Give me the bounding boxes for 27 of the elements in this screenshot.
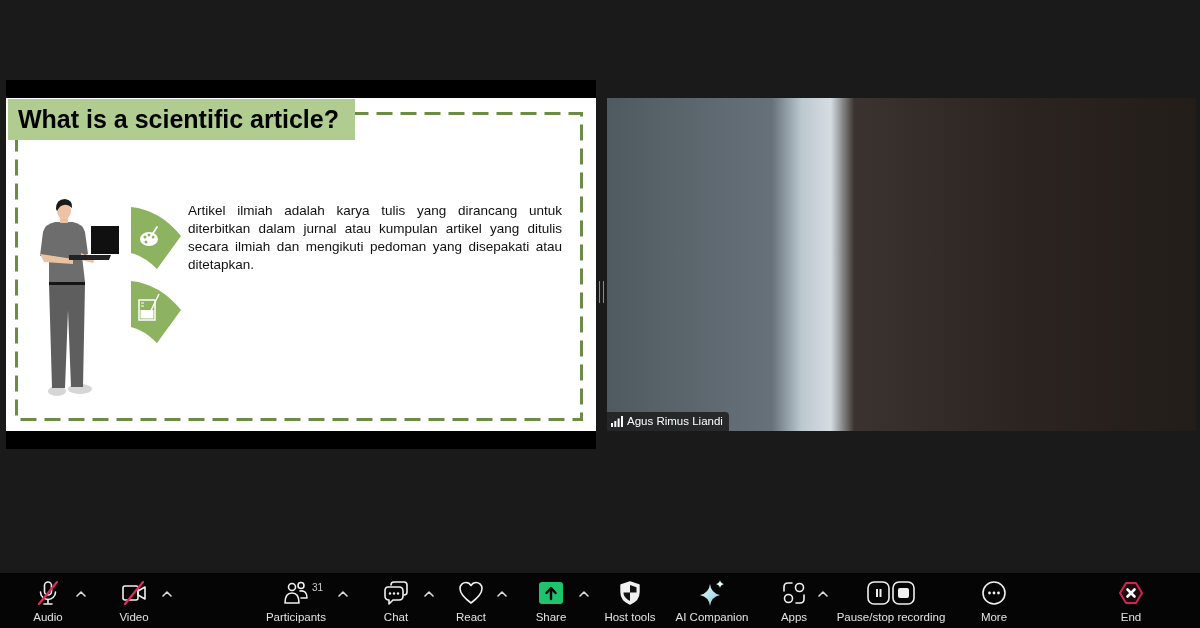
splitter-handle[interactable] (599, 280, 604, 303)
chat-button[interactable]: Chat (370, 573, 422, 628)
palette-icon (130, 206, 182, 270)
caret-icon[interactable] (162, 591, 172, 597)
beaker-icon (130, 280, 182, 344)
caret-icon[interactable] (579, 591, 589, 597)
slide-paragraph: Artikel ilmiah adalah karya tulis yang dirancang untuk diterbitkan dalam jurnal atau kumpulan artikel yang ditulis secara ilmiah dan mengikuti pedoman yang disepakati atau ditetapkan. (188, 202, 562, 274)
share-button[interactable]: Share (525, 573, 577, 628)
caret-icon[interactable] (76, 591, 86, 597)
signal-icon (611, 416, 623, 427)
recording-button[interactable]: Pause/stop recording (832, 573, 950, 628)
audio-button[interactable]: Audio (22, 573, 74, 628)
caret-icon[interactable] (818, 591, 828, 597)
participants-button[interactable]: 31 Participants (256, 573, 336, 628)
video-button[interactable]: Video (108, 573, 160, 628)
ai-companion-button[interactable]: AI Companion (672, 573, 752, 628)
more-button[interactable]: More (968, 573, 1020, 628)
caret-icon[interactable] (497, 591, 507, 597)
slide-title: What is a scientific article? (8, 99, 355, 140)
apps-button[interactable]: Apps (772, 573, 816, 628)
participant-count: 31 (312, 582, 324, 594)
caret-icon[interactable] (424, 591, 434, 597)
end-button[interactable]: End (1105, 573, 1157, 628)
react-button[interactable]: React (447, 573, 495, 628)
participant-name: Agus Rimus Liandi (627, 413, 723, 429)
host-tools-button[interactable]: Host tools (598, 573, 662, 628)
caret-icon[interactable] (338, 591, 348, 597)
